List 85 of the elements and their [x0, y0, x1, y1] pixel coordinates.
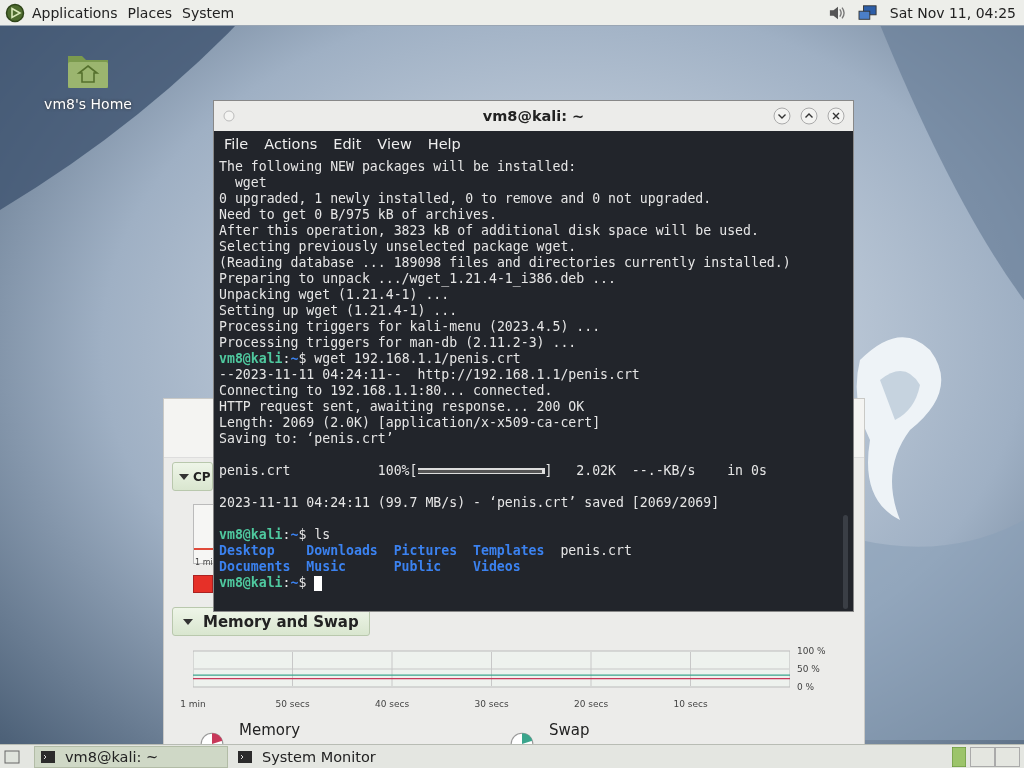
- command-text: wget 192.168.1.1/penis.crt: [314, 351, 521, 367]
- x-tick-label: 40 secs: [374, 699, 410, 709]
- workspace-icon[interactable]: [952, 746, 966, 767]
- directory-name: Templates: [473, 543, 546, 559]
- output-line: The following NEW packages will be installed:: [219, 159, 577, 175]
- prompt-user: vm8@kali: [219, 575, 283, 591]
- output-line: Processing triggers for kali-menu (2023.4.5) ...: [219, 319, 601, 335]
- output-line: ] 2.02K --.-KB/s in 0s: [544, 463, 767, 479]
- taskbar-button[interactable]: vm8@kali: ~: [34, 745, 228, 768]
- terminal-icon: [238, 750, 252, 763]
- output-line: Need to get 0 B/975 kB of archives.: [219, 207, 497, 223]
- workspace-switcher[interactable]: [970, 746, 1020, 767]
- panel-menu[interactable]: Places: [127, 4, 173, 21]
- output-line: wget: [233, 175, 267, 191]
- x-tick-label: 1 min: [180, 699, 206, 709]
- directory-name: Downloads: [306, 543, 379, 559]
- panel-menu[interactable]: System: [182, 4, 235, 21]
- prompt-path: ~: [290, 527, 299, 543]
- axis-label: 1 mi: [195, 558, 213, 567]
- file-name: penis.crt: [560, 543, 633, 559]
- directory-name: Pictures: [393, 543, 459, 559]
- output-line: Unpacking wget (1.21.4-1) ...: [219, 287, 450, 303]
- menu-item[interactable]: Actions: [264, 135, 318, 152]
- section-toggle[interactable]: CP: [172, 462, 213, 491]
- icon-label[interactable]: vm8's Home: [44, 96, 132, 112]
- output-line: Saving to: ‘penis.crt’: [219, 431, 394, 447]
- terminal-icon: [41, 750, 55, 763]
- x-tick-label: 50 secs: [275, 699, 310, 709]
- panel-menu[interactable]: Applications: [32, 4, 118, 21]
- output-line: penis.crt 100%[: [219, 463, 418, 479]
- output-line: HTTP request sent, awaiting response... 200 OK: [219, 399, 585, 415]
- circle-icon[interactable]: [223, 110, 235, 122]
- y-tick-label: 100 %: [797, 646, 826, 656]
- menu-item[interactable]: Help: [427, 135, 461, 152]
- prompt-path: ~: [290, 351, 299, 367]
- scrollbar[interactable]: [843, 515, 848, 609]
- output-line: 0 upgraded, 1 newly installed, 0 to remove and 0 not upgraded.: [219, 191, 712, 207]
- directory-name: Videos: [473, 559, 522, 575]
- window-title: vm8@kali: ~: [482, 108, 585, 124]
- command-text: ls: [314, 527, 331, 543]
- legend-label: Memory: [239, 721, 300, 739]
- prompt-separator: :: [282, 351, 291, 367]
- circle-logo-icon[interactable]: [5, 2, 25, 23]
- menu-item[interactable]: File: [224, 135, 249, 152]
- output-line: Connecting to 192.168.1.1:80... connected.: [219, 383, 553, 399]
- prompt-symbol: $: [298, 527, 307, 543]
- y-tick-label: 0 %: [797, 682, 815, 692]
- legend-label: Swap: [549, 721, 590, 739]
- directory-name: Public: [393, 559, 443, 575]
- prompt-user: vm8@kali: [219, 527, 283, 543]
- prompt-symbol: $: [298, 575, 307, 591]
- y-tick-label: 50 %: [797, 664, 820, 674]
- output-line: Processing triggers for man-db (2.11.2-3) ...: [219, 335, 577, 351]
- color-swatch[interactable]: [193, 575, 213, 593]
- prompt-separator: :: [282, 575, 291, 591]
- prompt-user: vm8@kali: [219, 351, 283, 367]
- network-icon[interactable]: [857, 3, 878, 22]
- output-line: --2023-11-11 04:24:11-- http://192.168.1.1/penis.crt: [219, 367, 640, 383]
- clock[interactable]: Sat Nov 11, 04:25: [889, 4, 1016, 21]
- directory-name: Desktop: [219, 543, 276, 559]
- output-line: (Reading database ... 189098 files and directories currently installed.): [219, 255, 791, 271]
- directory-name: Documents: [219, 559, 292, 575]
- output-line: After this operation, 3823 kB of additional disk space will be used.: [219, 223, 759, 239]
- close-icon[interactable]: [827, 107, 845, 125]
- directory-name: Music: [306, 559, 348, 575]
- caret-icon: [183, 618, 193, 625]
- prompt-separator: :: [282, 527, 291, 543]
- x-tick-label: 30 secs: [474, 699, 509, 709]
- desktop-icon[interactable]: [4, 749, 20, 764]
- output-line: Length: 2069 (2.0K) [application/x-x509-ca-cert]: [219, 415, 601, 431]
- output-line: Selecting previously unselected package wget.: [219, 239, 577, 255]
- prompt-path: ~: [290, 575, 299, 591]
- maximize-icon[interactable]: [800, 107, 818, 125]
- menu-item[interactable]: View: [377, 135, 412, 152]
- output-line: Preparing to unpack .../wget_1.21.4-1_i386.deb ...: [219, 271, 616, 287]
- caret-icon: [179, 473, 189, 480]
- output-line: Setting up wget (1.21.4-1) ...: [219, 303, 458, 319]
- x-tick-label: 10 secs: [673, 699, 708, 709]
- output-line: 2023-11-11 04:24:11 (99.7 MB/s) - ‘penis.crt’ saved [2069/2069]: [219, 495, 720, 511]
- prompt-symbol: $: [298, 351, 307, 367]
- menu-item[interactable]: Edit: [333, 135, 362, 152]
- x-tick-label: 20 secs: [573, 699, 609, 709]
- cpu-graph: [193, 504, 214, 564]
- minimize-icon[interactable]: [773, 107, 791, 125]
- taskbar-button[interactable]: System Monitor: [232, 745, 426, 768]
